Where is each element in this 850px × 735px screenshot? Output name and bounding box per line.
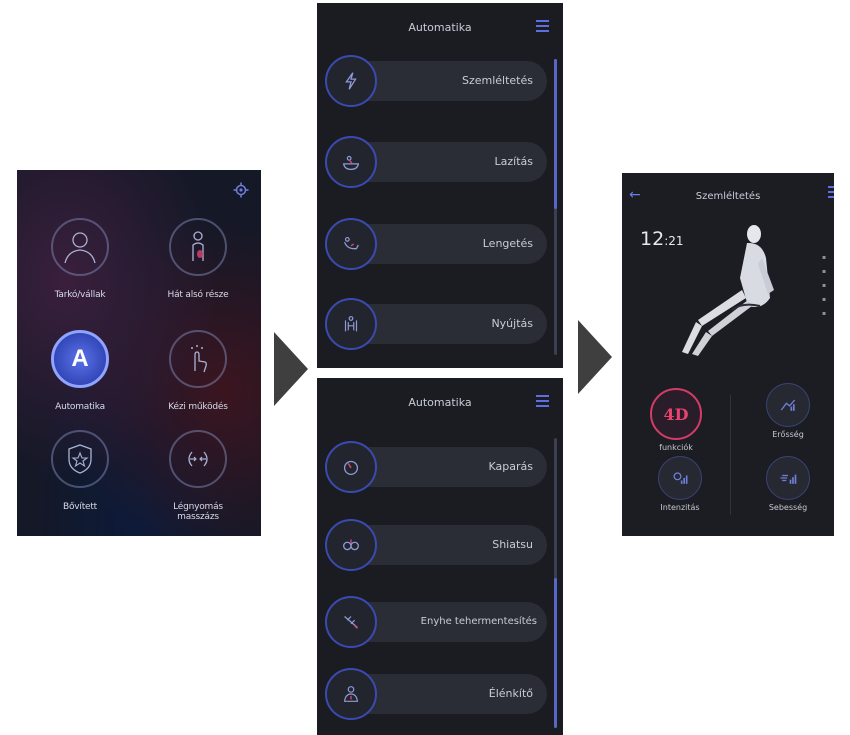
list-item-stretch[interactable]: Nyújtás: [325, 298, 547, 350]
air-pressure-icon: [169, 430, 227, 488]
home-screen: Tarkó/vállak Hát alsó része A Automatika…: [17, 170, 261, 536]
flow-arrow-2: [578, 320, 612, 394]
home-tile-manual[interactable]: Kézi működés: [143, 330, 253, 440]
clock-hours: 12: [640, 228, 665, 250]
swing-icon: [325, 218, 377, 270]
scrape-icon: [325, 441, 377, 493]
scrollbar-thumb[interactable]: [554, 578, 557, 728]
list-item-label: Lengetés: [482, 237, 533, 250]
stretch-icon: [325, 298, 377, 350]
detail-screen: ← Szemléltetés 12:21 ▪ ▪ ▪ ▪ ▪ 4D funkciók E…: [622, 173, 834, 536]
4d-badge-text: 4D: [663, 404, 689, 424]
home-tile-lower-back[interactable]: Hát alsó része: [143, 218, 253, 328]
list-item-label: Kaparás: [488, 460, 533, 473]
list-item-relax[interactable]: Lazítás: [325, 136, 547, 188]
button-label: Sebesség: [768, 503, 808, 512]
functions-4d-button[interactable]: 4D funkciók: [646, 388, 706, 452]
shiatsu-icon: [325, 519, 377, 571]
automatic-list-screen-2: Automatika Kaparás Shiatsu Enyhe teherme…: [317, 378, 563, 735]
list-item-label: Lazítás: [494, 155, 533, 168]
screen-title: Szemléltetés: [695, 191, 761, 202]
relax-bath-icon: [325, 136, 377, 188]
home-tile-neck-shoulders[interactable]: Tarkó/vállak: [25, 218, 135, 328]
strength-button[interactable]: Erősség: [758, 383, 818, 439]
speed-button[interactable]: Sebesség: [758, 456, 818, 512]
4d-icon: 4D: [650, 388, 702, 440]
head-shoulders-icon: [51, 218, 109, 276]
home-tile-label: Automatika: [55, 402, 105, 412]
gear-icon[interactable]: [233, 182, 249, 198]
intensity-button[interactable]: Intenzitás: [650, 456, 710, 512]
speed-icon: [766, 456, 810, 500]
screen-title: Automatika: [408, 396, 472, 409]
massage-figure-illustration: [682, 225, 774, 356]
home-tile-extended[interactable]: Bővített: [25, 430, 135, 536]
list-item-label: Enyhe tehermentesítés: [420, 616, 537, 627]
list-item-label: Shiatsu: [492, 538, 533, 551]
list-item-scrape[interactable]: Kaparás: [325, 441, 547, 493]
home-tile-label: Tarkó/vállak: [54, 290, 106, 300]
home-tile-label: Légnyomás masszázs: [173, 502, 223, 522]
scrollbar-thumb[interactable]: [554, 59, 557, 209]
list-menu-icon[interactable]: [828, 186, 834, 201]
home-tile-automatic[interactable]: A Automatika: [25, 330, 135, 440]
lower-back-icon: [169, 218, 227, 276]
side-info-text: ▪ ▪ ▪ ▪ ▪: [822, 254, 827, 317]
list-menu-icon[interactable]: [536, 395, 549, 410]
relief-icon: [325, 596, 377, 648]
list-item-light-relief[interactable]: Enyhe tehermentesítés: [325, 596, 547, 648]
list-item-label: Nyújtás: [491, 317, 533, 330]
divider: [730, 395, 731, 515]
shield-star-icon: [51, 430, 109, 488]
home-tile-label: Hát alsó része: [167, 290, 229, 300]
lightning-icon: [325, 55, 377, 107]
button-label: funkciók: [659, 443, 693, 452]
screen-title: Automatika: [408, 21, 472, 34]
hand-touch-icon: [169, 330, 227, 388]
vitalize-icon: [325, 668, 377, 720]
home-tile-label: Kézi működés: [168, 402, 228, 412]
button-label: Erősség: [772, 430, 804, 439]
button-label: Intenzitás: [660, 503, 700, 512]
list-item-label: Szemléltetés: [461, 74, 533, 87]
auto-glyph: A: [71, 345, 89, 372]
list-item-demo[interactable]: Szemléltetés: [325, 55, 547, 107]
auto-a-icon: A: [51, 330, 109, 388]
home-tile-air-pressure[interactable]: Légnyomás masszázs: [143, 430, 253, 536]
list-item-vitalize[interactable]: Élénkítő: [325, 668, 547, 720]
home-tile-label: Bővített: [62, 502, 98, 512]
list-item-label: Élénkítő: [488, 687, 533, 700]
list-menu-icon[interactable]: [536, 20, 549, 35]
flow-arrow-1: [274, 332, 308, 406]
intensity-icon: [658, 456, 702, 500]
automatic-list-screen-1: Automatika Szemléltetés Lazítás Lengetés…: [317, 3, 563, 368]
list-item-swing[interactable]: Lengetés: [325, 218, 547, 270]
strength-icon: [766, 383, 810, 427]
list-item-shiatsu[interactable]: Shiatsu: [325, 519, 547, 571]
